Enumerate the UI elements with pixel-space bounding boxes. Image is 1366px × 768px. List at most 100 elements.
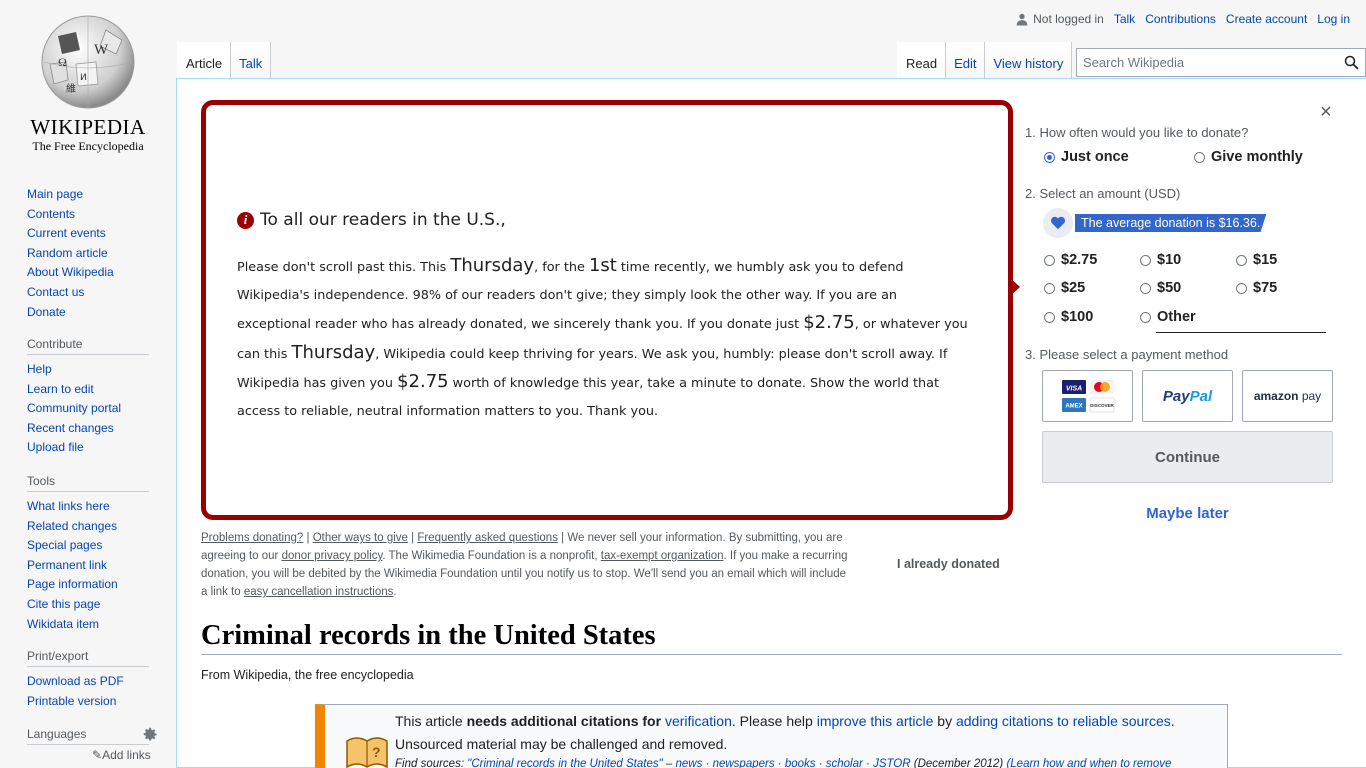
sidebar-item-wikidata-item[interactable]: Wikidata item: [27, 616, 153, 636]
amount-option[interactable]: $25: [1044, 280, 1085, 296]
sidebar-item-community-portal[interactable]: Community portal: [27, 400, 153, 420]
notice-line-2: Unsourced material may be challenged and…: [395, 736, 728, 752]
sidebar-item-contents[interactable]: Contents: [27, 206, 153, 226]
frequency-monthly-radio[interactable]: Give monthly: [1194, 149, 1303, 165]
maybe-later-button[interactable]: Maybe later: [1042, 505, 1333, 522]
step-amount-label: 2. Select an amount (USD): [1025, 186, 1181, 201]
learn-remove-link[interactable]: (Learn how and when to remove: [1006, 758, 1171, 768]
amount-label: $15: [1253, 252, 1278, 268]
find-jstor-link[interactable]: JSTOR: [873, 758, 911, 768]
pay-amazon-button[interactable]: amazon pay: [1242, 370, 1333, 422]
create-account-link[interactable]: Create account: [1226, 12, 1307, 26]
faq-link[interactable]: Frequently asked questions: [417, 532, 558, 544]
amazon-pay-logo: amazon pay: [1253, 389, 1322, 403]
wikipedia-logo[interactable]: W Ω И 維 WIKIPEDIA The Free Encyclopedia: [0, 0, 176, 160]
svg-text:維: 維: [66, 82, 76, 95]
close-icon[interactable]: ×: [1320, 101, 1332, 124]
amount-other-option[interactable]: Other: [1140, 309, 1196, 325]
tab-view-history[interactable]: View history: [985, 42, 1073, 79]
puzzle-globe-icon: W Ω И 維: [41, 15, 135, 109]
tax-exempt-link[interactable]: tax-exempt organization: [601, 550, 724, 562]
sidebar-heading-contribute: Contribute: [27, 337, 149, 355]
amount-option[interactable]: $10: [1140, 252, 1181, 268]
already-donated-link[interactable]: I already donated: [897, 557, 1000, 571]
amount-option[interactable]: $50: [1140, 280, 1181, 296]
contributions-link[interactable]: Contributions: [1145, 12, 1216, 26]
radio-button: [1140, 311, 1151, 323]
credit-card-icon: VISA AMEX DISCOVER: [1061, 380, 1114, 413]
sidebar-item-download-pdf[interactable]: Download as PDF: [27, 673, 153, 693]
sidebar-item-upload-file[interactable]: Upload file: [27, 439, 153, 459]
radio-button: [1194, 151, 1205, 163]
sidebar-item-label: Donate: [27, 304, 66, 319]
other-amount-input[interactable]: [1156, 332, 1326, 333]
sidebar-heading-print-export: Print/export: [27, 649, 149, 667]
banner-heading: i To all our readers in the U.S.,: [237, 210, 506, 230]
frequency-monthly-label: Give monthly: [1211, 149, 1303, 165]
pay-paypal-button[interactable]: PayPal: [1142, 370, 1233, 422]
sidebar-item-label: Recent changes: [27, 420, 114, 435]
sidebar-item-label: Help: [27, 362, 52, 376]
sidebar-navigation: Main page Contents Current events Random…: [27, 186, 153, 323]
heart-icon: [1043, 208, 1073, 238]
other-ways-link[interactable]: Other ways to give: [313, 532, 408, 544]
talk-link[interactable]: Talk: [1114, 12, 1135, 26]
continue-button[interactable]: Continue: [1042, 431, 1333, 483]
amount-option[interactable]: $2.75: [1044, 252, 1097, 268]
tab-article[interactable]: Article: [177, 42, 232, 79]
sidebar-item-main-page[interactable]: Main page: [27, 186, 153, 206]
verification-link[interactable]: verification: [665, 713, 732, 729]
add-links-label: Add links: [102, 748, 151, 762]
improve-article-link[interactable]: improve this article: [817, 713, 934, 729]
amount-option[interactable]: $15: [1236, 252, 1277, 268]
gear-icon[interactable]: [143, 727, 158, 747]
sidebar-item-label: Wikidata item: [27, 616, 100, 631]
not-logged-in: Not logged in: [1016, 12, 1104, 26]
sidebar-item-donate[interactable]: Donate: [27, 304, 153, 324]
frequency-once-label: Just once: [1061, 149, 1129, 165]
privacy-policy-link[interactable]: donor privacy policy: [282, 550, 383, 562]
cancellation-link[interactable]: easy cancellation instructions: [244, 586, 394, 598]
radio-button: [1044, 282, 1055, 294]
radio-button: [1236, 282, 1247, 294]
amount-option[interactable]: $100: [1044, 309, 1093, 325]
sidebar-item-page-information[interactable]: Page information: [27, 576, 153, 596]
adding-citations-link[interactable]: adding citations to reliable sources: [956, 713, 1171, 729]
frequency-once-radio[interactable]: Just once: [1044, 149, 1129, 165]
problems-donating-link[interactable]: Problems donating?: [201, 532, 303, 544]
sidebar-item-label: Related changes: [27, 518, 118, 533]
sidebar-item-what-links-here[interactable]: What links here: [27, 498, 153, 518]
find-sources-query-link[interactable]: "Criminal records in the United States": [467, 758, 662, 768]
amount-option[interactable]: $75: [1236, 280, 1277, 296]
svg-text:W: W: [94, 42, 109, 58]
personal-tools: Not logged in Talk Contributions Create …: [1016, 12, 1350, 26]
add-links-link[interactable]: ✎Add links: [92, 748, 151, 762]
tab-talk[interactable]: Talk: [231, 42, 272, 79]
sidebar-item-label: Page information: [27, 577, 118, 592]
sidebar-item-cite-this-page[interactable]: Cite this page: [27, 596, 153, 616]
find-news-link[interactable]: news: [675, 758, 702, 768]
sidebar-item-help[interactable]: Help: [27, 361, 153, 381]
sidebar-item-contact[interactable]: Contact us: [27, 284, 153, 304]
sidebar-item-recent-changes[interactable]: Recent changes: [27, 420, 153, 440]
sidebar-item-special-pages[interactable]: Special pages: [27, 537, 153, 557]
sidebar-item-related-changes[interactable]: Related changes: [27, 518, 153, 538]
log-in-link[interactable]: Log in: [1317, 12, 1350, 26]
tab-read[interactable]: Read: [897, 42, 947, 79]
sidebar-item-current-events[interactable]: Current events: [27, 225, 153, 245]
sidebar-item-permanent-link[interactable]: Permanent link: [27, 557, 153, 577]
sidebar-print-export: Print/export Download as PDF Printable v…: [27, 649, 153, 712]
find-newspapers-link[interactable]: newspapers: [713, 758, 775, 768]
sidebar-item-printable-version[interactable]: Printable version: [27, 693, 153, 713]
pay-card-button[interactable]: VISA AMEX DISCOVER: [1042, 370, 1133, 422]
find-scholar-link[interactable]: scholar: [826, 758, 863, 768]
search-icon[interactable]: [1337, 55, 1365, 70]
svg-text:?: ?: [372, 744, 381, 760]
find-books-link[interactable]: books: [785, 758, 816, 768]
tab-edit[interactable]: Edit: [946, 42, 986, 79]
search-input[interactable]: [1077, 55, 1337, 70]
sidebar-item-about[interactable]: About Wikipedia: [27, 264, 153, 284]
sidebar-item-random-article[interactable]: Random article: [27, 245, 153, 265]
sidebar-item-learn-to-edit[interactable]: Learn to edit: [27, 381, 153, 401]
page-title: Criminal records in the United States: [201, 620, 1342, 655]
